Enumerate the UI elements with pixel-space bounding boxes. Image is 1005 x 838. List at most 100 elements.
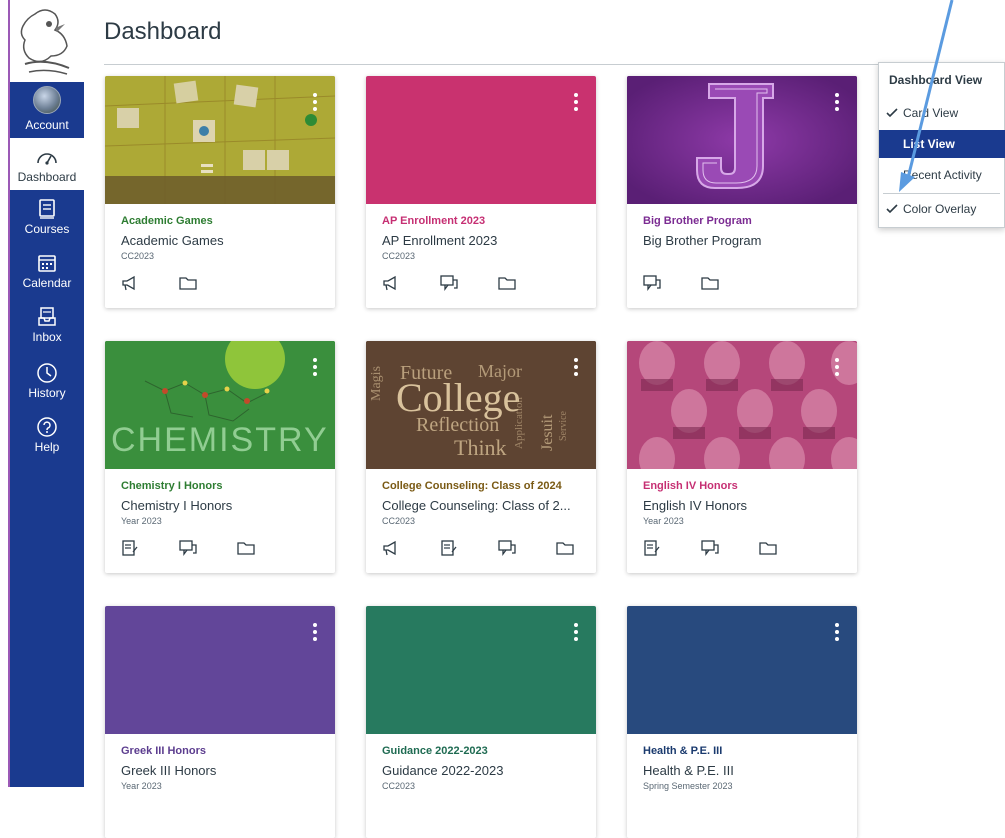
- calendar-icon: [36, 252, 58, 274]
- folder-icon[interactable]: [498, 274, 556, 292]
- course-code[interactable]: Health & P.E. III: [643, 745, 722, 757]
- course-name: Guidance 2022-2023: [382, 763, 504, 778]
- menu-item-list-view[interactable]: List View: [879, 130, 1005, 158]
- course-card-image[interactable]: [627, 606, 857, 734]
- course-term: Year 2023: [121, 781, 162, 791]
- course-card[interactable]: Guidance 2022-2023 Guidance 2022-2023 CC…: [366, 606, 596, 838]
- dashboard-view-menu: Dashboard View Card View List View Recen…: [878, 62, 1005, 228]
- course-term: Year 2023: [121, 516, 162, 526]
- checkmark-icon: [881, 108, 903, 118]
- announcement-icon[interactable]: [382, 274, 440, 292]
- course-card-image[interactable]: [105, 76, 335, 204]
- discussion-icon[interactable]: [498, 539, 556, 557]
- help-icon: [36, 416, 58, 438]
- courses-icon: [36, 198, 58, 220]
- nav-courses[interactable]: Courses: [10, 198, 84, 242]
- nav-history[interactable]: History: [10, 362, 84, 406]
- svg-text:Reflection: Reflection: [416, 414, 499, 436]
- folder-icon[interactable]: [701, 274, 759, 292]
- nav-account[interactable]: Account: [10, 86, 84, 136]
- nav-calendar-label: Calendar: [22, 276, 72, 290]
- course-code[interactable]: Academic Games: [121, 215, 213, 227]
- course-card-image[interactable]: [627, 341, 857, 469]
- course-code[interactable]: Chemistry I Honors: [121, 480, 222, 492]
- history-icon: [36, 362, 58, 384]
- course-name: Chemistry I Honors: [121, 498, 233, 513]
- course-card-image[interactable]: CHEMISTRY: [105, 341, 335, 469]
- assignment-icon[interactable]: [643, 539, 701, 557]
- course-term: CC2023: [382, 781, 416, 791]
- course-name: AP Enrollment 2023: [382, 233, 498, 248]
- card-options-kebab[interactable]: [570, 620, 582, 644]
- nav-dashboard[interactable]: Dashboard: [10, 138, 84, 190]
- discussion-icon[interactable]: [643, 274, 701, 292]
- folder-icon[interactable]: [556, 539, 596, 557]
- course-card[interactable]: Future Major College Reflection Think Ma…: [366, 341, 596, 573]
- menu-item-card-view[interactable]: Card View: [879, 99, 1005, 127]
- course-card-image[interactable]: [366, 606, 596, 734]
- course-card[interactable]: Health & P.E. III Health & P.E. III Spri…: [627, 606, 857, 838]
- card-options-kebab[interactable]: [309, 355, 321, 379]
- title-divider: [104, 64, 964, 65]
- assignment-icon[interactable]: [121, 539, 179, 557]
- card-options-kebab[interactable]: [831, 620, 843, 644]
- course-term: CC2023: [382, 516, 416, 526]
- course-code[interactable]: Guidance 2022-2023: [382, 745, 488, 757]
- course-card-image[interactable]: [627, 76, 857, 204]
- discussion-icon[interactable]: [179, 539, 237, 557]
- folder-icon[interactable]: [759, 539, 817, 557]
- course-name: College Counseling: Class of 2...: [382, 498, 571, 513]
- nav-calendar[interactable]: Calendar: [10, 252, 84, 296]
- page-title: Dashboard: [104, 18, 222, 45]
- course-term: CC2023: [121, 251, 155, 261]
- course-card[interactable]: CHEMISTRY Chemistry I Honors Chemistry I…: [105, 341, 335, 573]
- course-term: Spring Semester 2023: [643, 781, 733, 791]
- menu-item-color-overlay[interactable]: Color Overlay: [879, 195, 1005, 223]
- course-card-image[interactable]: Future Major College Reflection Think Ma…: [366, 341, 596, 469]
- course-term: CC2023: [382, 251, 416, 261]
- left-edge: [0, 0, 10, 787]
- menu-item-recent-activity[interactable]: Recent Activity: [879, 161, 1005, 189]
- course-code[interactable]: AP Enrollment 2023: [382, 215, 485, 227]
- folder-icon[interactable]: [179, 274, 237, 292]
- nav-dashboard-label: Dashboard: [17, 170, 77, 184]
- course-card[interactable]: Big Brother Program Big Brother Program: [627, 76, 857, 308]
- course-code[interactable]: Greek III Honors: [121, 745, 206, 757]
- card-options-kebab[interactable]: [831, 90, 843, 114]
- course-term: Year 2023: [643, 516, 684, 526]
- course-code[interactable]: Big Brother Program: [643, 215, 752, 227]
- card-options-kebab[interactable]: [309, 90, 321, 114]
- menu-item-label: Card View: [903, 106, 959, 120]
- svg-text:Jesuit: Jesuit: [539, 414, 556, 451]
- folder-icon[interactable]: [237, 539, 295, 557]
- course-name: English IV Honors: [643, 498, 748, 513]
- discussion-icon[interactable]: [701, 539, 759, 557]
- course-code[interactable]: College Counseling: Class of 2024: [382, 480, 562, 492]
- card-options-kebab[interactable]: [309, 620, 321, 644]
- card-options-kebab[interactable]: [831, 355, 843, 379]
- course-card[interactable]: Greek III Honors Greek III Honors Year 2…: [105, 606, 335, 838]
- course-code[interactable]: English IV Honors: [643, 480, 738, 492]
- nav-help[interactable]: Help: [10, 416, 84, 460]
- course-card-image[interactable]: [366, 76, 596, 204]
- nav-inbox[interactable]: Inbox: [10, 306, 84, 350]
- card-options-kebab[interactable]: [570, 90, 582, 114]
- course-card[interactable]: English IV Honors English IV Honors Year…: [627, 341, 857, 573]
- course-card[interactable]: AP Enrollment 2023 AP Enrollment 2023 CC…: [366, 76, 596, 308]
- global-navigation: Account Dashboard Courses Calendar Inbox…: [10, 0, 84, 787]
- course-card-image[interactable]: [105, 606, 335, 734]
- card-options-kebab[interactable]: [570, 355, 582, 379]
- svg-text:Magis: Magis: [369, 366, 384, 401]
- discussion-icon[interactable]: [440, 274, 498, 292]
- svg-text:CHEMISTRY: CHEMISTRY: [111, 421, 329, 459]
- nav-help-label: Help: [34, 440, 60, 454]
- checkmark-icon: [881, 204, 903, 214]
- nav-history-label: History: [28, 386, 66, 400]
- announcement-icon[interactable]: [382, 539, 440, 557]
- school-logo[interactable]: [10, 0, 84, 82]
- announcement-icon[interactable]: [121, 274, 179, 292]
- assignment-icon[interactable]: [440, 539, 498, 557]
- course-name: Academic Games: [121, 233, 224, 248]
- course-card[interactable]: Academic Games Academic Games CC2023: [105, 76, 335, 308]
- menu-item-label: Color Overlay: [903, 202, 977, 216]
